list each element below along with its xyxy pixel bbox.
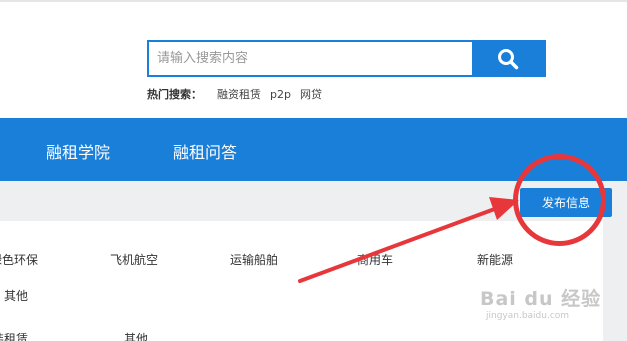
annotation-circle (513, 154, 606, 246)
baidu-jingyan-watermark: Bai du 经验 jingyan.baidu.com (480, 284, 600, 328)
watermark-url: jingyan.baidu.com (486, 311, 570, 321)
watermark-logo-text: Bai du 经验 (480, 288, 602, 310)
